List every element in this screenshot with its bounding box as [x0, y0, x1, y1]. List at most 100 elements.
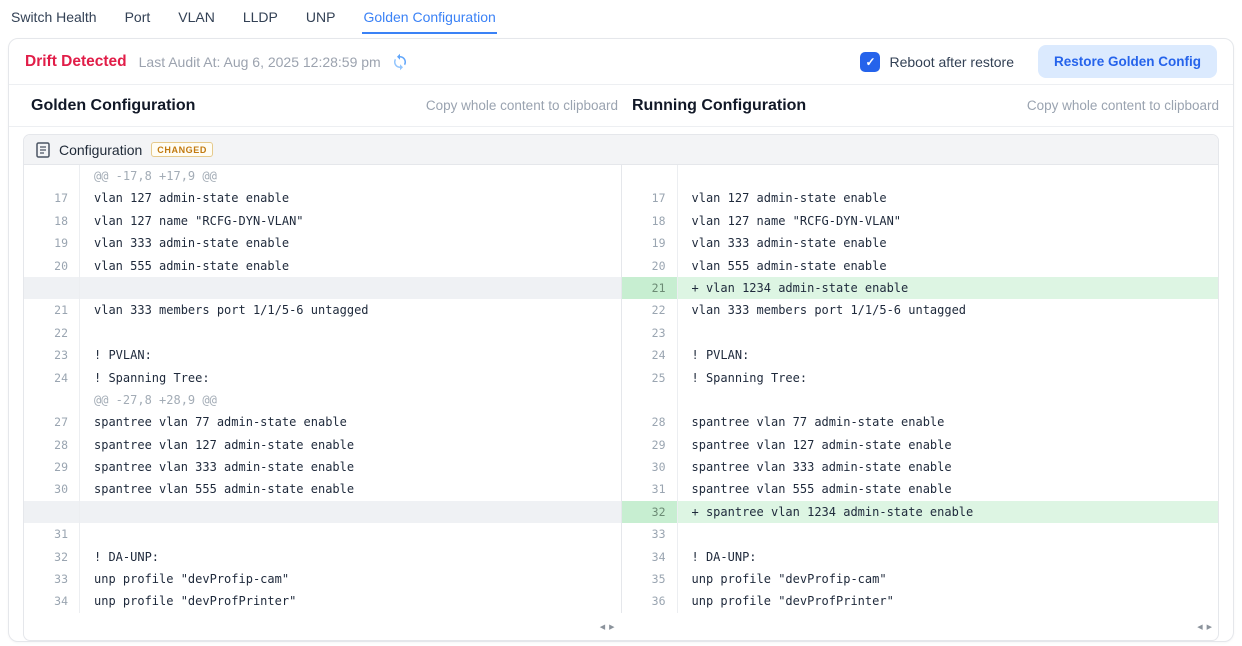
running-title-half: Running Configuration Copy whole content… — [626, 97, 1219, 115]
document-icon — [36, 142, 50, 158]
diff-line-left — [80, 322, 621, 344]
pane-titles-row: Golden Configuration Copy whole content … — [9, 85, 1233, 127]
line-number-left: 17 — [24, 187, 80, 209]
diff-line-right: vlan 333 members port 1/1/5-6 untagged — [678, 299, 1219, 321]
configuration-section-header: Configuration CHANGED — [24, 135, 1218, 165]
line-number-left: 32 — [24, 546, 80, 568]
line-number-right: 19 — [621, 232, 678, 254]
diff-line-left: ! Spanning Tree: — [80, 367, 621, 389]
golden-configuration-panel: Drift Detected Last Audit At: Aug 6, 202… — [8, 38, 1234, 642]
line-number-right: 25 — [621, 367, 678, 389]
horizontal-scroll-strip: ◀▶ ◀▶ — [24, 613, 1218, 640]
tab-port[interactable]: Port — [124, 7, 152, 34]
diff-line-left: spantree vlan 555 admin-state enable — [80, 478, 621, 500]
golden-pane-scrollbar: ◀▶ — [24, 616, 622, 634]
diff-line-left: vlan 555 admin-state enable — [80, 255, 621, 277]
line-number-left: 20 — [24, 255, 80, 277]
tab-vlan[interactable]: VLAN — [177, 7, 216, 34]
diff-line-left — [80, 501, 621, 523]
line-number-right: 20 — [621, 255, 678, 277]
diff-line-right: vlan 555 admin-state enable — [678, 255, 1219, 277]
scroll-right-icon[interactable]: ▶ — [607, 624, 616, 631]
diff-line-left: spantree vlan 77 admin-state enable — [80, 411, 621, 433]
diff-line-left: unp profile "devProfip-cam" — [80, 568, 621, 590]
line-number-right: 21 — [621, 277, 678, 299]
golden-configuration-title: Golden Configuration — [31, 97, 195, 115]
refresh-audit-button[interactable] — [391, 53, 409, 71]
diff-line-right: ! DA-UNP: — [678, 546, 1219, 568]
hunk-header: @@ -17,8 +17,9 @@ — [80, 165, 621, 187]
golden-title-half: Golden Configuration Copy whole content … — [23, 97, 626, 115]
diff-line-right: spantree vlan 333 admin-state enable — [678, 456, 1219, 478]
line-number-left: 22 — [24, 322, 80, 344]
diff-line-left: vlan 333 admin-state enable — [80, 232, 621, 254]
diff-line-left: ! DA-UNP: — [80, 546, 621, 568]
line-number-right: 23 — [621, 322, 678, 344]
line-number-left: 33 — [24, 568, 80, 590]
diff-line-left — [80, 523, 621, 545]
scroll-left-icon[interactable]: ◀ — [1195, 624, 1204, 631]
diff-line-right: vlan 333 admin-state enable — [678, 232, 1219, 254]
diff-line-right: + vlan 1234 admin-state enable — [678, 277, 1219, 299]
tab-lldp[interactable]: LLDP — [242, 7, 279, 34]
diff-line-right — [678, 389, 1219, 411]
reboot-after-restore-checkbox[interactable]: ✓ — [860, 52, 880, 72]
diff-line-right: unp profile "devProfip-cam" — [678, 568, 1219, 590]
line-number-right: 18 — [621, 210, 678, 232]
line-number-right: 33 — [621, 523, 678, 545]
changed-badge: CHANGED — [151, 142, 213, 157]
line-number-right: 36 — [621, 590, 678, 612]
line-number-left: 18 — [24, 210, 80, 232]
diff-line-left: vlan 127 admin-state enable — [80, 187, 621, 209]
drift-header: Drift Detected Last Audit At: Aug 6, 202… — [9, 39, 1233, 85]
running-pane-scrollbar: ◀▶ — [622, 616, 1219, 634]
diff-line-left: spantree vlan 333 admin-state enable — [80, 456, 621, 478]
configuration-section-title: Configuration — [59, 142, 142, 158]
diff-line-right — [678, 523, 1219, 545]
line-number-left: 23 — [24, 344, 80, 366]
hunk-header: @@ -27,8 +28,9 @@ — [80, 389, 621, 411]
line-number-right: 22 — [621, 299, 678, 321]
diff-line-right: spantree vlan 127 admin-state enable — [678, 434, 1219, 456]
drift-status-text: Drift Detected — [25, 53, 127, 71]
diff-line-left — [80, 277, 621, 299]
diff-line-left: spantree vlan 127 admin-state enable — [80, 434, 621, 456]
diff-line-right: unp profile "devProfPrinter" — [678, 590, 1219, 612]
line-number-right: 17 — [621, 187, 678, 209]
tab-unp[interactable]: UNP — [305, 7, 337, 34]
line-number-left: 28 — [24, 434, 80, 456]
line-number-left — [24, 389, 80, 411]
running-configuration-title: Running Configuration — [632, 97, 806, 115]
diff-line-left: unp profile "devProfPrinter" — [80, 590, 621, 612]
line-number-right: 32 — [621, 501, 678, 523]
diff-line-right: ! Spanning Tree: — [678, 367, 1219, 389]
copy-running-content-button[interactable]: Copy whole content to clipboard — [1027, 98, 1219, 113]
diff-line-right: spantree vlan 77 admin-state enable — [678, 411, 1219, 433]
diff-grid: @@ -17,8 +17,9 @@17vlan 127 admin-state … — [24, 165, 1218, 613]
line-number-right — [621, 165, 678, 187]
diff-line-left: vlan 127 name "RCFG-DYN-VLAN" — [80, 210, 621, 232]
restore-golden-config-button[interactable]: Restore Golden Config — [1038, 45, 1217, 78]
diff-line-right: + spantree vlan 1234 admin-state enable — [678, 501, 1219, 523]
line-number-right: 34 — [621, 546, 678, 568]
tab-switch-health[interactable]: Switch Health — [10, 7, 98, 34]
line-number-right: 35 — [621, 568, 678, 590]
scroll-left-icon[interactable]: ◀ — [598, 624, 607, 631]
reboot-after-restore-label: Reboot after restore — [889, 54, 1014, 70]
sync-icon — [391, 53, 409, 71]
line-number-left: 31 — [24, 523, 80, 545]
line-number-right: 28 — [621, 411, 678, 433]
line-number-left: 34 — [24, 590, 80, 612]
copy-golden-content-button[interactable]: Copy whole content to clipboard — [426, 98, 618, 113]
scroll-right-icon[interactable]: ▶ — [1205, 624, 1214, 631]
diff-line-left: vlan 333 members port 1/1/5-6 untagged — [80, 299, 621, 321]
tab-golden-configuration[interactable]: Golden Configuration — [362, 7, 496, 34]
configuration-diff-block: Configuration CHANGED @@ -17,8 +17,9 @@1… — [23, 134, 1219, 641]
line-number-left — [24, 501, 80, 523]
line-number-left — [24, 165, 80, 187]
last-audit-text: Last Audit At: Aug 6, 2025 12:28:59 pm — [139, 54, 381, 70]
line-number-left — [24, 277, 80, 299]
line-number-right: 29 — [621, 434, 678, 456]
line-number-left: 27 — [24, 411, 80, 433]
line-number-left: 30 — [24, 478, 80, 500]
